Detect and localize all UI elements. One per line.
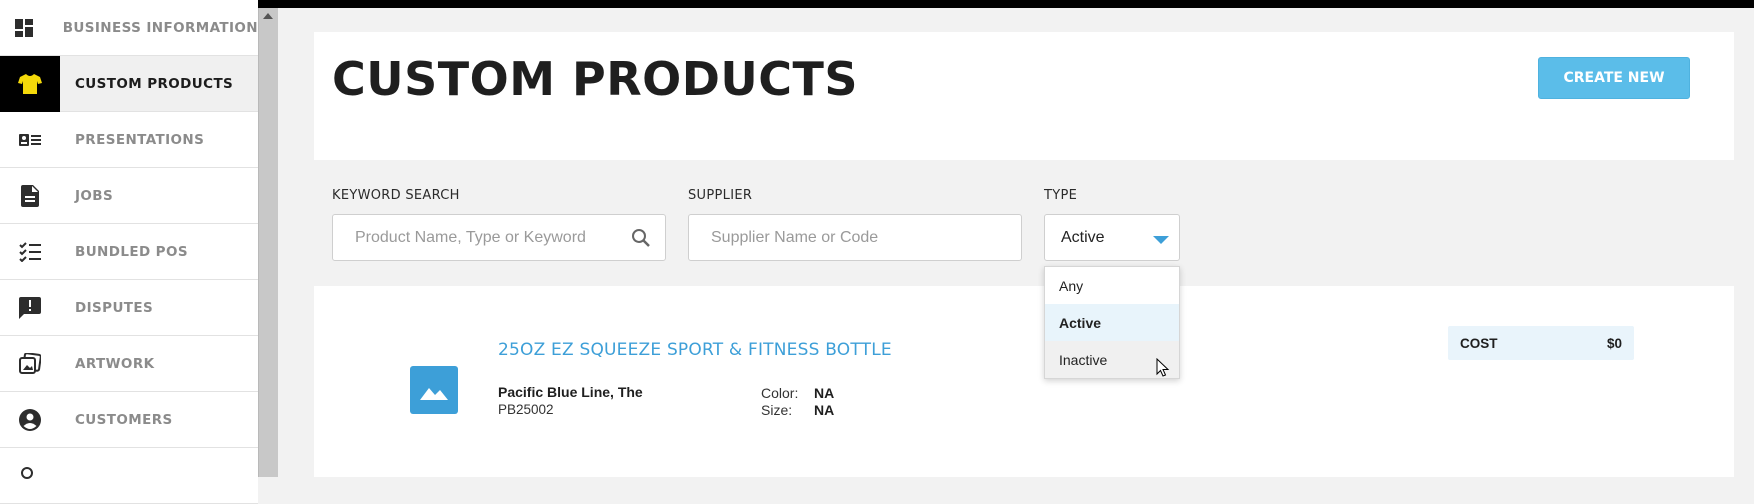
type-option-active[interactable]: Active — [1045, 304, 1179, 341]
mouse-cursor-icon — [1156, 358, 1170, 377]
sidebar: BUSINESS INFORMATION CUSTOM PRODUCTS PRE… — [0, 0, 258, 504]
keyword-search-label: KEYWORD SEARCH — [332, 188, 460, 203]
type-select-value: Active — [1061, 229, 1105, 246]
sidebar-item-presentations[interactable]: PRESENTATIONS — [0, 112, 258, 168]
sidebar-item-label: JOBS — [75, 187, 114, 204]
sidebar-item-next[interactable] — [0, 448, 258, 504]
sidebar-item-label: CUSTOM PRODUCTS — [75, 75, 234, 92]
type-select[interactable]: Active — [1044, 214, 1180, 261]
chevron-down-icon — [1153, 236, 1169, 244]
document-icon — [0, 168, 60, 224]
color-value: NA — [814, 385, 835, 401]
page-header: CUSTOM PRODUCTS CREATE NEW — [314, 32, 1734, 160]
create-new-button[interactable]: CREATE NEW — [1538, 57, 1690, 99]
sidebar-item-label: ARTWORK — [75, 355, 155, 372]
supplier-input[interactable] — [689, 228, 1021, 247]
cost-value: $0 — [1606, 335, 1622, 351]
color-label: Color: — [761, 385, 799, 401]
main-content: CUSTOM PRODUCTS CREATE NEW KEYWORD SEARC… — [278, 8, 1754, 477]
sidebar-item-label: BUNDLED POS — [75, 243, 188, 260]
sidebar-scrollbar[interactable] — [258, 8, 278, 477]
cost-badge: COST $0 — [1448, 326, 1634, 360]
top-bar — [0, 0, 1754, 8]
tshirt-icon — [0, 55, 60, 112]
keyword-search-input[interactable] — [333, 228, 665, 247]
cost-label: COST — [1460, 335, 1498, 351]
product-supplier-code: PB25002 — [498, 402, 554, 417]
sidebar-item-artwork[interactable]: ARTWORK — [0, 336, 258, 392]
page-title: CUSTOM PRODUCTS — [332, 52, 859, 106]
sidebar-item-jobs[interactable]: JOBS — [0, 168, 258, 224]
supplier-label: SUPPLIER — [688, 188, 753, 203]
product-result-card: 25OZ EZ SQUEEZE SPORT & FITNESS BOTTLE P… — [314, 286, 1734, 477]
person-icon — [0, 392, 60, 448]
sidebar-item-label: DISPUTES — [75, 299, 154, 316]
checklist-icon — [0, 224, 60, 280]
key-icon — [0, 448, 60, 504]
artwork-icon — [0, 336, 60, 392]
scroll-up-arrow-icon[interactable] — [263, 13, 273, 19]
supplier-field — [688, 214, 1022, 261]
type-label: TYPE — [1044, 188, 1078, 203]
size-label: Size: — [761, 402, 793, 418]
sidebar-item-label: PRESENTATIONS — [75, 131, 205, 148]
sidebar-item-label: CUSTOMERS — [75, 411, 173, 428]
sidebar-item-customers[interactable]: CUSTOMERS — [0, 392, 258, 448]
alert-message-icon — [0, 280, 60, 336]
keyword-search-field — [332, 214, 666, 261]
sidebar-item-bundled-pos[interactable]: BUNDLED POS — [0, 224, 258, 280]
sidebar-item-label: BUSINESS INFORMATION — [62, 19, 258, 36]
presentation-icon — [0, 112, 60, 168]
type-option-any[interactable]: Any — [1045, 267, 1179, 304]
size-value: NA — [814, 402, 835, 418]
sidebar-item-disputes[interactable]: DISPUTES — [0, 280, 258, 336]
dashboard-icon — [0, 0, 48, 56]
product-title-link[interactable]: 25OZ EZ SQUEEZE SPORT & FITNESS BOTTLE — [498, 340, 892, 360]
product-supplier-name: Pacific Blue Line, The — [498, 384, 643, 400]
image-placeholder-icon — [410, 366, 458, 414]
sidebar-item-business-information[interactable]: BUSINESS INFORMATION — [0, 0, 258, 56]
search-icon[interactable] — [631, 228, 651, 253]
sidebar-item-custom-products[interactable]: CUSTOM PRODUCTS — [0, 55, 258, 112]
